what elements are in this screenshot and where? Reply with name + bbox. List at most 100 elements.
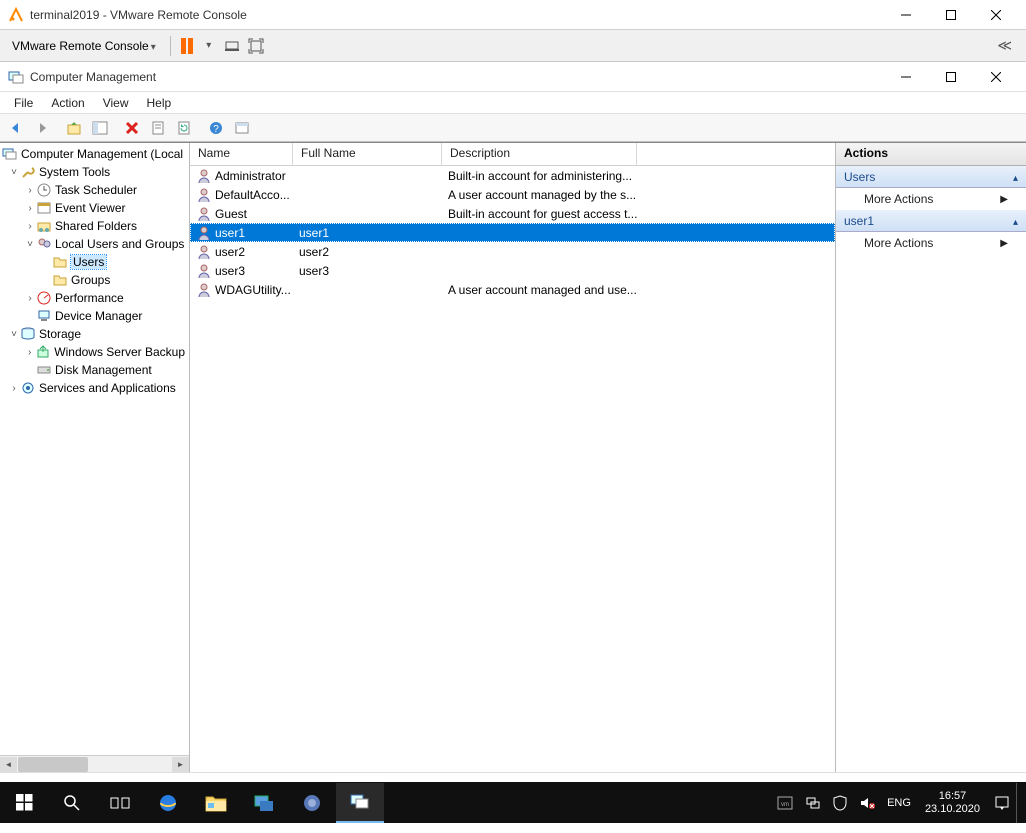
tree-performance[interactable]: › Performance (0, 289, 189, 307)
tray-notifications-icon[interactable] (988, 783, 1016, 823)
more-actions-label: More Actions (864, 236, 933, 250)
tree-shared-folders[interactable]: › Shared Folders (0, 217, 189, 235)
tree-root[interactable]: Computer Management (Local (0, 145, 189, 163)
collapse-icon[interactable]: ˅ (8, 329, 20, 340)
scroll-right-button[interactable]: ► (172, 757, 189, 772)
tree-device-manager[interactable]: Device Manager (0, 307, 189, 325)
fullscreen-button[interactable] (247, 37, 265, 55)
tree-local-users-groups[interactable]: ˅ Local Users and Groups (0, 235, 189, 253)
delete-button[interactable] (120, 117, 144, 139)
expand-icon[interactable]: › (24, 203, 36, 214)
tray-language[interactable]: ENG (881, 783, 917, 823)
column-header-description[interactable]: Description (442, 143, 637, 165)
taskbar-app-1[interactable] (240, 783, 288, 823)
actions-panel: Actions Users More Actions ▶ user1 More … (836, 143, 1026, 772)
column-header-name[interactable]: Name (190, 143, 293, 165)
tray-volume-icon[interactable] (853, 783, 881, 823)
task-view-button[interactable] (96, 783, 144, 823)
more-actions-users[interactable]: More Actions ▶ (836, 188, 1026, 210)
tools-icon (20, 164, 36, 180)
cm-minimize-button[interactable] (883, 63, 928, 91)
menu-view[interactable]: View (95, 94, 137, 112)
refresh-button[interactable] (172, 117, 196, 139)
tray-network-icon[interactable] (799, 783, 827, 823)
cell-name: Administrator (190, 168, 293, 184)
properties-button[interactable] (146, 117, 170, 139)
tree-users[interactable]: Users (0, 253, 189, 271)
expand-icon[interactable]: › (24, 221, 36, 232)
list-row[interactable]: user3user3 (190, 261, 835, 280)
collapse-icon[interactable]: ˅ (24, 239, 36, 250)
actions-section-users[interactable]: Users (836, 166, 1026, 188)
expand-icon[interactable]: › (24, 293, 36, 304)
tray-vmware-icon[interactable]: vm (771, 783, 799, 823)
vmware-console-menu[interactable]: VMware Remote Console (8, 37, 160, 55)
collapse-icon[interactable]: ˅ (8, 167, 20, 178)
back-button[interactable] (4, 117, 28, 139)
expand-icon[interactable]: › (8, 383, 20, 394)
forward-button[interactable] (30, 117, 54, 139)
taskbar-computer-management[interactable] (336, 783, 384, 823)
menu-action[interactable]: Action (43, 94, 92, 112)
maximize-button[interactable] (928, 1, 973, 29)
list-row[interactable]: GuestBuilt-in account for guest access t… (190, 204, 835, 223)
column-header-fullname[interactable]: Full Name (293, 143, 442, 165)
list-row[interactable]: AdministratorBuilt-in account for admini… (190, 166, 835, 185)
pin-toolbar-button[interactable]: ≪ (991, 37, 1018, 54)
clock-icon (36, 182, 52, 198)
tree-system-tools[interactable]: ˅ System Tools (0, 163, 189, 181)
clock-date: 23.10.2020 (925, 803, 980, 816)
tree-label: Event Viewer (55, 201, 125, 215)
more-actions-user1[interactable]: More Actions ▶ (836, 232, 1026, 254)
show-hide-tree-button[interactable] (88, 117, 112, 139)
cm-close-button[interactable] (973, 63, 1018, 91)
folder-icon (52, 254, 68, 270)
power-menu-dropdown[interactable] (199, 37, 217, 55)
show-desktop-button[interactable] (1016, 783, 1022, 823)
close-button[interactable] (973, 1, 1018, 29)
taskbar-ie[interactable] (144, 783, 192, 823)
tray-clock[interactable]: 16:57 23.10.2020 (917, 790, 988, 816)
cm-body: Computer Management (Local ˅ System Tool… (0, 142, 1026, 772)
start-button[interactable] (0, 783, 48, 823)
search-button[interactable] (48, 783, 96, 823)
help-button[interactable]: ? (204, 117, 228, 139)
event-icon (36, 200, 52, 216)
expand-icon[interactable]: › (24, 347, 35, 358)
tree-label: Groups (71, 273, 110, 287)
send-cad-button[interactable] (223, 37, 241, 55)
tree-content[interactable]: Computer Management (Local ˅ System Tool… (0, 143, 189, 755)
list-row[interactable]: WDAGUtility...A user account managed and… (190, 280, 835, 299)
computer-icon (2, 146, 18, 162)
export-list-button[interactable] (230, 117, 254, 139)
tree-ws-backup[interactable]: › Windows Server Backup (0, 343, 189, 361)
tree-horizontal-scrollbar[interactable]: ◄ ► (0, 755, 189, 772)
tree-label: System Tools (39, 165, 110, 179)
taskbar-explorer[interactable] (192, 783, 240, 823)
cell-name: user2 (190, 244, 293, 260)
tree-groups[interactable]: Groups (0, 271, 189, 289)
tree-task-scheduler[interactable]: › Task Scheduler (0, 181, 189, 199)
tree-storage[interactable]: ˅ Storage (0, 325, 189, 343)
pause-button[interactable] (181, 38, 193, 54)
menu-help[interactable]: Help (139, 94, 180, 112)
list-row[interactable]: user2user2 (190, 242, 835, 261)
tree-services-apps[interactable]: › Services and Applications (0, 379, 189, 397)
actions-section-user1[interactable]: user1 (836, 210, 1026, 232)
tray-security-icon[interactable] (827, 783, 853, 823)
list-rows[interactable]: AdministratorBuilt-in account for admini… (190, 166, 835, 772)
tree-event-viewer[interactable]: › Event Viewer (0, 199, 189, 217)
scroll-left-button[interactable]: ◄ (0, 757, 17, 772)
cm-maximize-button[interactable] (928, 63, 973, 91)
list-row[interactable]: DefaultAcco...A user account managed by … (190, 185, 835, 204)
list-row[interactable]: user1user1 (190, 223, 835, 242)
tree-disk-management[interactable]: Disk Management (0, 361, 189, 379)
minimize-button[interactable] (883, 1, 928, 29)
menu-file[interactable]: File (6, 94, 41, 112)
taskbar-app-2[interactable] (288, 783, 336, 823)
tree-label: Users (71, 255, 106, 269)
expand-icon[interactable]: › (24, 185, 36, 196)
up-level-button[interactable] (62, 117, 86, 139)
scroll-thumb[interactable] (18, 757, 88, 772)
collapse-up-icon (1013, 170, 1018, 184)
